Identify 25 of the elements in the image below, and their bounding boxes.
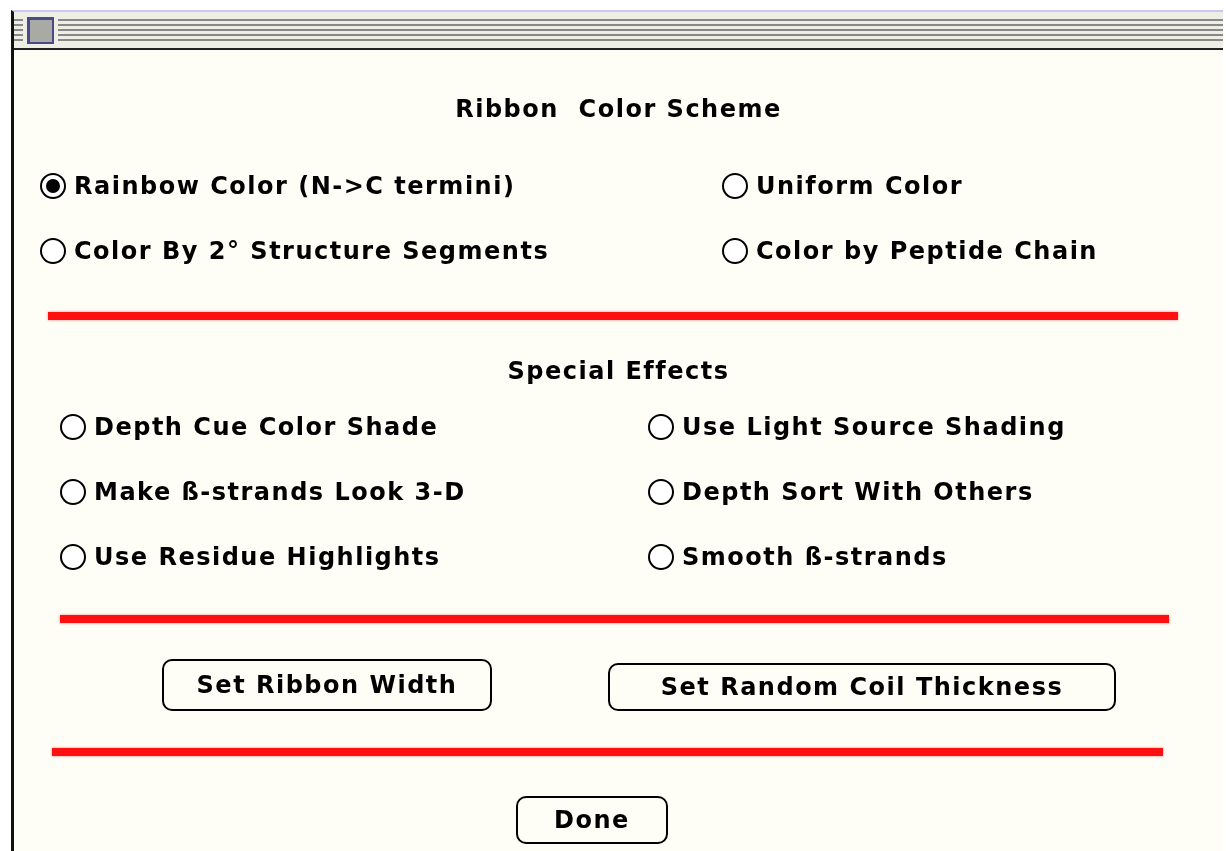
section-heading: Ribbon Color Scheme	[454, 95, 783, 123]
option-label[interactable]: Make ß-strands Look 3-D	[94, 478, 466, 506]
radio-button[interactable]	[722, 238, 748, 264]
option-label[interactable]: Rainbow Color (N->C termini)	[74, 172, 516, 200]
radio-button[interactable]	[40, 173, 66, 199]
radio-button[interactable]	[40, 238, 66, 264]
radio-button[interactable]	[60, 544, 86, 570]
option-label[interactable]: Use Light Source Shading	[682, 413, 1066, 441]
dialog-button[interactable]: Set Ribbon Width	[162, 659, 492, 711]
radio-button[interactable]	[722, 173, 748, 199]
radio-button[interactable]	[648, 414, 674, 440]
option-label[interactable]: Depth Sort With Others	[682, 478, 1034, 506]
option-label[interactable]: Uniform Color	[756, 172, 964, 200]
option-label[interactable]: Use Residue Highlights	[94, 543, 441, 571]
option-label[interactable]: Color By 2° Structure Segments	[74, 237, 550, 265]
radio-button[interactable]	[648, 479, 674, 505]
radio-button[interactable]	[648, 544, 674, 570]
dialog-button[interactable]: Set Random Coil Thickness	[608, 663, 1116, 711]
done-button[interactable]: Done	[516, 796, 668, 844]
option-label[interactable]: Smooth ß-strands	[682, 543, 948, 571]
radio-button[interactable]	[60, 414, 86, 440]
section-heading: Special Effects	[506, 357, 731, 385]
option-label[interactable]: Depth Cue Color Shade	[94, 413, 439, 441]
option-label[interactable]: Color by Peptide Chain	[756, 237, 1098, 265]
radio-button[interactable]	[60, 479, 86, 505]
